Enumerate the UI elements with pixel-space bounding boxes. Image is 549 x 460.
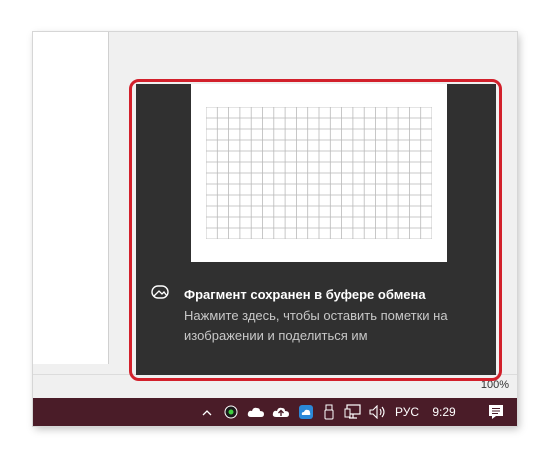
- chevron-up-icon[interactable]: [199, 398, 215, 426]
- cloud-upload-icon[interactable]: [271, 398, 291, 426]
- usb-device-icon[interactable]: [321, 398, 337, 426]
- highlight-frame: [129, 79, 502, 381]
- language-indicator[interactable]: РУС: [392, 398, 422, 426]
- volume-icon[interactable]: [367, 398, 389, 426]
- onedrive-icon[interactable]: [296, 398, 316, 426]
- document-page: [33, 32, 109, 364]
- notification-icon: [489, 405, 503, 419]
- network-icon[interactable]: [342, 398, 364, 426]
- clock[interactable]: 9:29: [427, 398, 461, 426]
- cloud-icon[interactable]: [246, 398, 266, 426]
- action-center-button[interactable]: [475, 398, 517, 426]
- app-tray-icon[interactable]: [223, 398, 239, 426]
- taskbar: РУС 9:29: [33, 398, 517, 426]
